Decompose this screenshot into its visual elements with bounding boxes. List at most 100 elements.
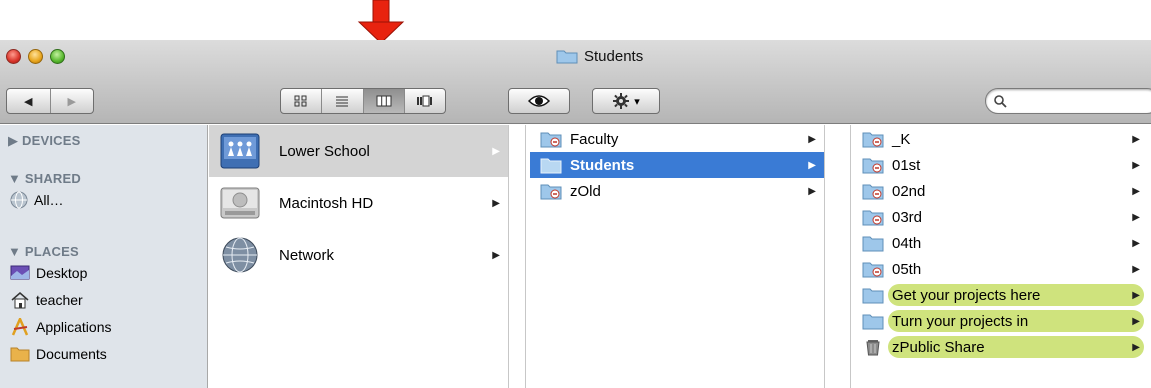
folder-no-access-icon	[540, 132, 562, 148]
sidebar-item-label: Desktop	[36, 265, 88, 281]
chevron-right-icon: ▶	[808, 133, 816, 145]
list-item-label: Faculty	[570, 130, 619, 148]
folder-icon	[862, 236, 884, 252]
home-icon	[11, 292, 29, 309]
list-item-04th[interactable]: 04th ▶	[856, 230, 1146, 256]
coverflow-view-button[interactable]	[403, 89, 445, 113]
icon-view-icon	[294, 95, 307, 107]
list-item-label: Network	[279, 246, 335, 264]
close-window-button[interactable]	[6, 49, 21, 64]
list-item-students[interactable]: Students ▶	[530, 152, 824, 178]
list-item-macintosh-hd[interactable]: Macintosh HD ▶	[209, 177, 508, 229]
action-menu-button[interactable]: ▾	[592, 88, 660, 114]
list-item-05th[interactable]: 05th ▶	[856, 256, 1146, 282]
list-item-label: _K	[892, 130, 911, 148]
list-item-label: Get your projects here	[892, 286, 1041, 304]
folder-icon	[556, 48, 578, 64]
sidebar-item-label: Documents	[36, 346, 107, 362]
list-item-label: 02nd	[892, 182, 926, 200]
back-button[interactable]: ◀	[7, 89, 50, 113]
icon-view-button[interactable]	[281, 89, 321, 113]
list-item-faculty[interactable]: Faculty ▶	[530, 126, 824, 152]
documents-folder-icon	[10, 347, 30, 362]
chevron-right-icon: ▶	[1132, 133, 1140, 145]
minimize-window-button[interactable]	[28, 49, 43, 64]
folder-icon	[862, 314, 884, 330]
network-globe-icon	[10, 191, 28, 209]
browser-column-2: Faculty ▶ Students ▶ zOld ▶	[525, 125, 825, 388]
list-item-network[interactable]: Network ▶	[209, 229, 508, 281]
list-view-button[interactable]	[321, 89, 362, 113]
list-item-label: 03rd	[892, 208, 923, 226]
list-item-03rd[interactable]: 03rd ▶	[856, 204, 1146, 230]
folder-no-access-icon	[862, 184, 884, 200]
chevron-right-icon: ▶	[1132, 315, 1140, 327]
list-view-icon	[336, 96, 349, 107]
list-item-zpublic-share[interactable]: zPublic Share ▶	[856, 334, 1146, 360]
chevron-down-icon: ▾	[634, 95, 640, 108]
network-globe-icon	[222, 237, 258, 273]
chevron-right-icon: ▶	[1132, 211, 1140, 223]
view-mode-group	[280, 88, 446, 114]
list-item-label: 04th	[892, 234, 922, 252]
sidebar-section-devices[interactable]: ▶ DEVICES	[8, 133, 80, 149]
chevron-right-icon: ▶	[1132, 185, 1140, 197]
column-view-button[interactable]	[362, 89, 404, 113]
sidebar-item-label: All…	[34, 192, 64, 208]
browser-column-1: Lower School ▶ Macintosh HD ▶ Network ▶	[209, 125, 509, 388]
browser-column-3: _K ▶ 01st ▶ 02nd ▶ 03rd ▶ 04th ▶ 05th ▶	[850, 125, 1151, 388]
sidebar-item-documents[interactable]: Documents	[10, 342, 107, 366]
coverflow-view-icon	[416, 95, 432, 107]
window-titlebar: Students ◀ ▶ ▾	[0, 40, 1151, 124]
list-item-k[interactable]: _K ▶	[856, 126, 1146, 152]
search-icon	[994, 95, 1007, 108]
column-view-icon	[376, 95, 392, 107]
search-field[interactable]	[985, 88, 1151, 114]
list-item-02nd[interactable]: 02nd ▶	[856, 178, 1146, 204]
sidebar-item-applications[interactable]: Applications	[10, 315, 112, 339]
hard-drive-icon	[220, 187, 260, 219]
eye-icon	[528, 95, 550, 107]
chevron-right-icon: ▶	[808, 159, 816, 171]
trash-icon	[866, 340, 880, 356]
sidebar-item-teacher[interactable]: teacher	[10, 288, 83, 312]
applications-icon	[11, 318, 29, 336]
sidebar-section-shared[interactable]: ▼ SHARED	[8, 171, 81, 186]
chevron-right-icon: ▶	[1132, 289, 1140, 301]
quick-look-button[interactable]	[508, 88, 570, 114]
list-item-lower-school[interactable]: Lower School ▶	[209, 125, 508, 177]
finder-window: Students ◀ ▶ ▾ ▶ DEVICES ▼ SHARED All… ▼…	[0, 40, 1151, 388]
server-volume-icon	[220, 133, 260, 169]
chevron-right-icon: ▶	[1132, 237, 1140, 249]
list-item-zold[interactable]: zOld ▶	[530, 178, 824, 204]
list-item-get-your-projects-here[interactable]: Get your projects here ▶	[856, 282, 1146, 308]
chevron-right-icon: ▶	[808, 185, 816, 197]
gear-icon	[613, 93, 630, 109]
sidebar-section-places[interactable]: ▼ PLACES	[8, 244, 79, 259]
list-item-label: Turn your projects in	[892, 312, 1029, 330]
chevron-right-icon: ▶	[492, 249, 500, 261]
chevron-right-icon: ▶	[492, 145, 500, 157]
zoom-window-button[interactable]	[50, 49, 65, 64]
sidebar: ▶ DEVICES ▼ SHARED All… ▼ PLACES Desktop…	[0, 125, 208, 388]
window-title-text: Students	[584, 47, 644, 65]
sidebar-item-label: teacher	[36, 292, 83, 308]
folder-no-access-icon	[862, 158, 884, 174]
sidebar-item-all[interactable]: All…	[10, 188, 64, 212]
list-item-label: zPublic Share	[892, 338, 985, 356]
annotation-arrow-icon	[357, 0, 405, 44]
folder-no-access-icon	[862, 262, 884, 278]
list-item-label: 01st	[892, 156, 921, 174]
sidebar-item-label: Applications	[36, 319, 112, 335]
forward-button[interactable]: ▶	[49, 89, 94, 113]
list-item-01st[interactable]: 01st ▶	[856, 152, 1146, 178]
list-item-label: Students	[570, 156, 635, 174]
desktop-icon	[10, 265, 30, 280]
folder-no-access-icon	[540, 184, 562, 200]
chevron-right-icon: ▶	[1132, 341, 1140, 353]
list-item-label: Lower School	[279, 142, 370, 160]
folder-no-access-icon	[862, 210, 884, 226]
chevron-right-icon: ▶	[1132, 159, 1140, 171]
sidebar-item-desktop[interactable]: Desktop	[10, 261, 87, 285]
list-item-turn-your-projects-in[interactable]: Turn your projects in ▶	[856, 308, 1146, 334]
